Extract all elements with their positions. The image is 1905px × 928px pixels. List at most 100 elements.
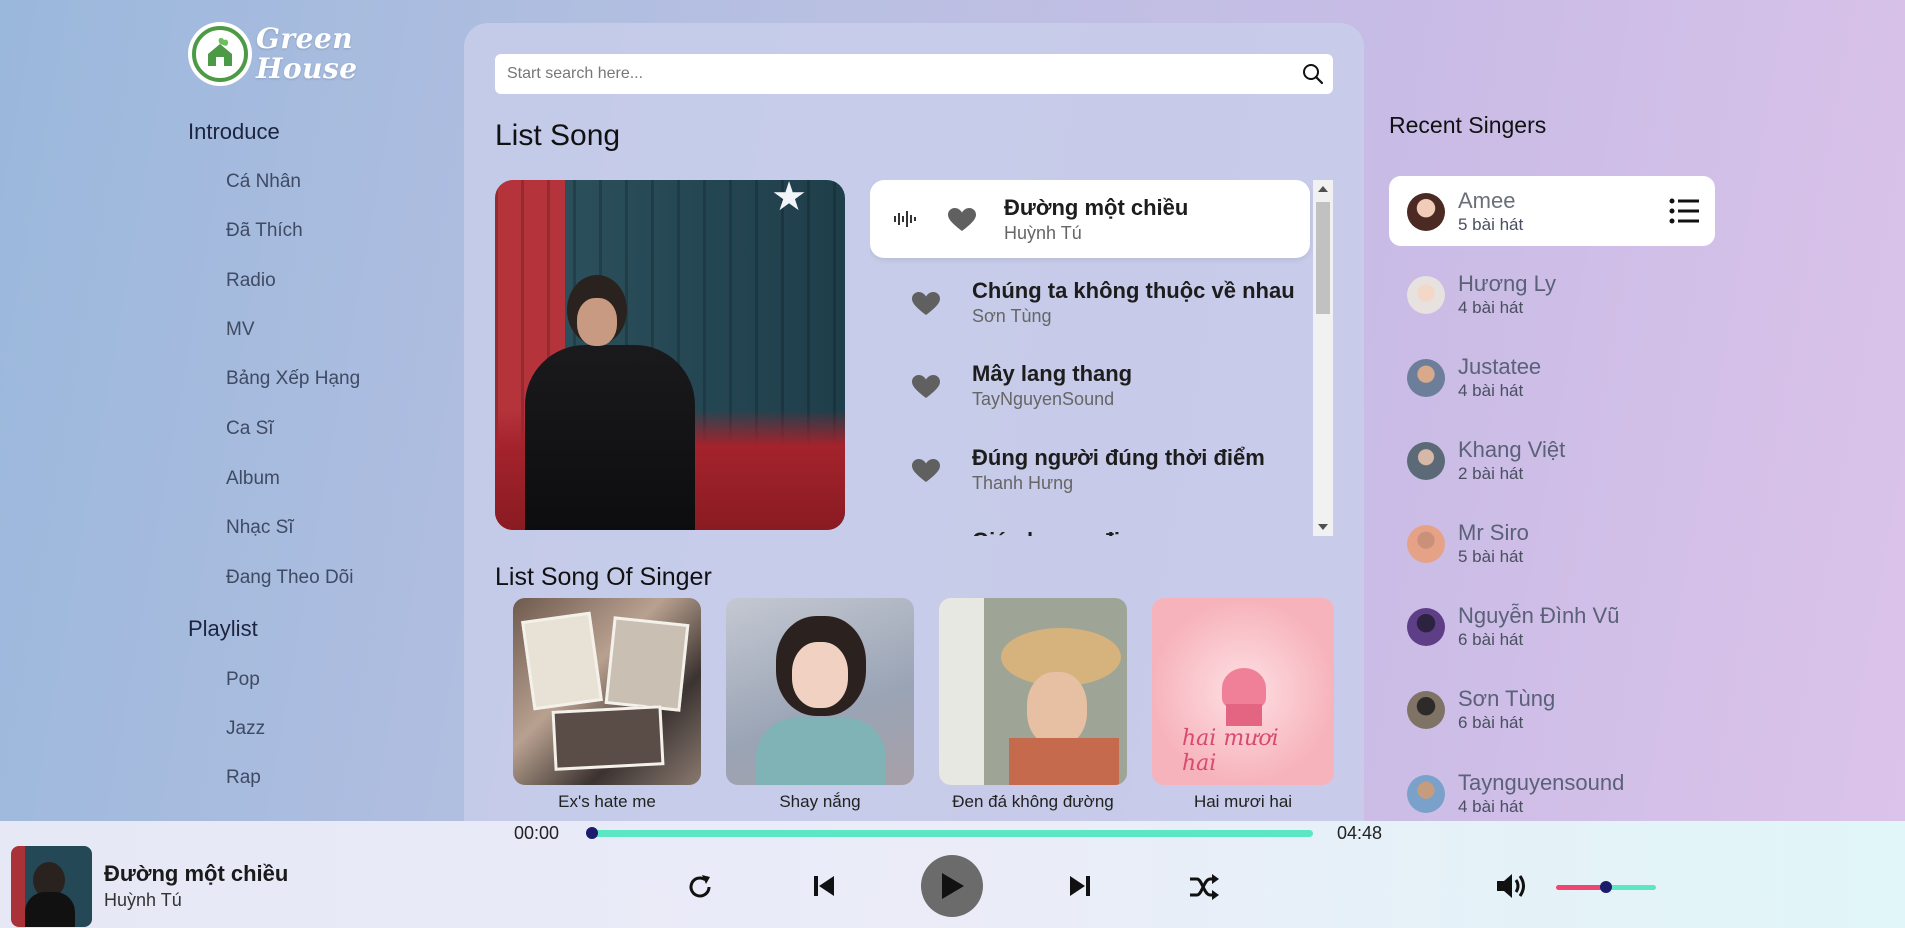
search-bar [495,54,1333,94]
song-row[interactable]: Chúng ta không thuộc về nhau Sơn Tùng [870,264,1310,342]
avatar [1407,691,1445,729]
song-title: Mây lang thang [972,361,1133,386]
song-artist: Sơn Tùng [972,306,1052,326]
heart-icon[interactable] [948,208,976,237]
search-icon[interactable] [1293,63,1333,85]
album-cover [939,598,1127,785]
brand-name: Green House [256,22,358,85]
search-input[interactable] [495,54,1293,94]
song-row[interactable]: Mây lang thang TayNguyenSound [870,347,1310,425]
singer-song-count: 4 bài hát [1458,797,1524,816]
album-card[interactable]: Ex's hate me [513,598,701,811]
avatar [1407,608,1445,646]
song-artist: Huỳnh Tú [1004,223,1082,243]
player-song-artist: Huỳnh Tú [104,890,182,910]
singer-song-count: 5 bài hát [1458,215,1524,234]
nav-item-jazz[interactable]: Jazz [226,718,265,740]
avatar [1407,193,1445,231]
current-time: 00:00 [514,823,560,843]
heart-icon[interactable] [912,292,940,321]
album-name: Shay nắng [779,792,861,811]
nav-item-album[interactable]: Album [226,468,280,490]
brand-logo[interactable]: Green House [188,22,358,86]
song-list-scrollbar[interactable] [1313,180,1333,536]
scroll-up-icon[interactable] [1318,186,1328,192]
singer-item[interactable]: Justatee 4 bài hát [1389,342,1715,412]
song-row[interactable]: Giá như em đi [870,514,1310,536]
volume-icon[interactable] [1494,870,1530,902]
nav-item-ca-nhan[interactable]: Cá Nhân [226,171,301,193]
singer-song-count: 4 bài hát [1458,298,1524,317]
previous-icon[interactable] [811,873,837,899]
nav-item-ca-si[interactable]: Ca Sĩ [226,418,274,440]
singer-name: Taynguyensound [1458,770,1625,795]
singer-name: Justatee [1458,354,1542,379]
nav-item-bang-xep-hang[interactable]: Bảng Xếp Hạng [226,368,360,390]
nav-item-pop[interactable]: Pop [226,669,260,691]
recent-singers-title: Recent Singers [1389,112,1547,138]
duration: 04:48 [1337,823,1383,843]
avatar [1407,525,1445,563]
nav-item-dang-theo-doi[interactable]: Đang Theo Dõi [226,567,353,589]
singer-name: Mr Siro [1458,520,1529,545]
playlist-heading: Playlist [188,616,258,641]
progress-knob[interactable] [586,827,598,839]
song-title: Giá như em đi [972,528,1120,536]
singer-item[interactable]: Taynguyensound 4 bài hát [1389,758,1715,828]
avatar [1407,775,1445,813]
singer-item[interactable]: Nguyễn Đình Vũ 6 bài hát [1389,591,1715,661]
singer-song-count: 6 bài hát [1458,713,1524,732]
singer-name: Hương Ly [1458,271,1557,296]
nav-item-da-thich[interactable]: Đã Thích [226,220,303,242]
singer-name: Nguyễn Đình Vũ [1458,603,1620,628]
singer-song-count: 5 bài hát [1458,547,1524,566]
scroll-down-icon[interactable] [1318,524,1328,530]
singer-item[interactable]: Khang Việt 2 bài hát [1389,425,1715,495]
singer-song-count: 4 bài hát [1458,381,1524,400]
singer-name: Amee [1458,188,1516,213]
album-cover [513,598,701,785]
song-title: Chúng ta không thuộc về nhau [972,278,1295,303]
shuffle-icon[interactable] [1188,872,1220,902]
singer-item[interactable]: Sơn Tùng 6 bài hát [1389,674,1715,744]
album-name: Hai mươi hai [1193,792,1293,811]
player-cover [11,846,92,927]
avatar [1407,359,1445,397]
list-icon[interactable] [1669,198,1699,229]
player-song-title: Đường một chiều [104,861,289,886]
nav-item-radio[interactable]: Radio [226,270,276,292]
heart-icon[interactable] [912,459,940,488]
next-icon[interactable] [1067,873,1093,899]
list-song-of-singer-title: List Song Of Singer [495,563,712,591]
song-artist: Thanh Hưng [972,473,1074,493]
album-card[interactable]: hai mươi hai Hai mươi hai [1152,598,1334,811]
album-cover: hai mươi hai [1152,598,1334,785]
volume-knob[interactable] [1600,881,1612,893]
song-row[interactable]: Đường một chiều Huỳnh Tú [870,180,1310,258]
nav-item-mv[interactable]: MV [226,319,255,341]
singer-item[interactable]: Mr Siro 5 bài hát [1389,508,1715,578]
album-cover [726,598,914,785]
album-name: Đen đá không đường [952,792,1114,811]
singer-item[interactable]: Hương Ly 4 bài hát [1389,259,1715,329]
play-button[interactable] [921,855,983,917]
nav-item-nhac-si[interactable]: Nhạc Sĩ [226,517,294,539]
avatar [1407,276,1445,314]
avatar [1407,442,1445,480]
album-card[interactable]: Đen đá không đường [939,598,1127,811]
list-song-title: List Song [495,119,621,152]
singer-song-count: 2 bài hát [1458,464,1524,483]
progress-bar[interactable] [592,830,1313,837]
equalizer-icon [894,211,918,232]
album-card[interactable]: Shay nắng [726,598,914,811]
nav-item-rap[interactable]: Rap [226,767,261,789]
heart-icon[interactable] [912,375,940,404]
song-row[interactable]: Đúng người đúng thời điểm Thanh Hưng [870,431,1310,509]
introduce-heading: Introduce [188,119,280,144]
repeat-icon[interactable] [684,871,716,903]
singer-item[interactable]: Amee 5 bài hát [1389,176,1715,246]
singer-song-count: 6 bài hát [1458,630,1524,649]
singer-name: Sơn Tùng [1458,686,1556,711]
scrollbar-thumb[interactable] [1316,202,1330,314]
house-icon [188,22,252,86]
